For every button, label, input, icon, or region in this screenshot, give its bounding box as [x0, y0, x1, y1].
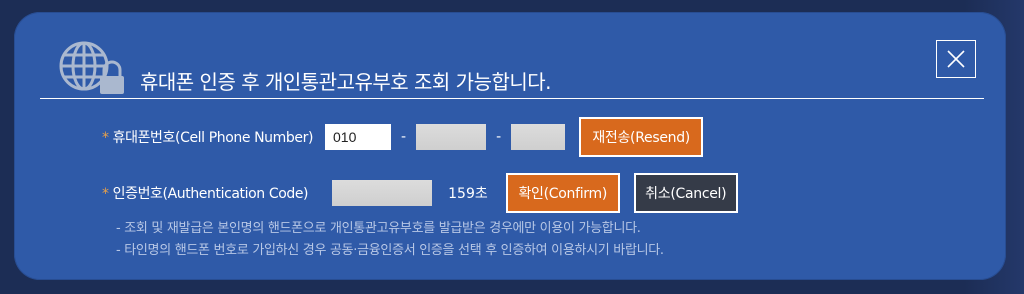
phone-middle-input[interactable] [416, 124, 487, 150]
globe-lock-icon [59, 41, 124, 94]
verification-modal: 휴대폰 인증 후 개인통관고유부호 조회 가능합니다. * 휴대폰번호(Cell … [14, 12, 1006, 280]
header-divider [40, 98, 984, 99]
countdown-timer: 159초 [448, 186, 488, 202]
phone-row: * 휴대폰번호(Cell Phone Number) 010 - - 재전송(Re… [102, 117, 704, 157]
phone-separator: - [496, 129, 502, 145]
auth-row: * 인증번호(Authentication Code) 159초 확인(Confi… [102, 173, 738, 213]
notice-list: - 조회 및 재발급은 본인명의 핸드폰으로 개인통관고유부호를 발급받은 경우… [116, 218, 664, 262]
cancel-button[interactable]: 취소(Cancel) [633, 173, 738, 213]
phone-label-text: 휴대폰번호(Cell Phone Number) [112, 130, 314, 146]
required-star: * [102, 186, 109, 202]
confirm-button[interactable]: 확인(Confirm) [505, 173, 620, 213]
auth-label: * 인증번호(Authentication Code) [102, 183, 309, 203]
close-icon [947, 50, 965, 68]
close-button[interactable] [936, 40, 976, 78]
phone-prefix-input[interactable]: 010 [325, 124, 392, 150]
masked-value [511, 124, 566, 150]
masked-value [332, 180, 433, 206]
phone-separator: - [401, 129, 407, 145]
phone-last-input[interactable] [511, 124, 566, 150]
required-star: * [102, 130, 109, 146]
auth-label-text: 인증번호(Authentication Code) [112, 186, 309, 202]
phone-label: * 휴대폰번호(Cell Phone Number) [102, 127, 313, 147]
modal-title: 휴대폰 인증 후 개인통관고유부호 조회 가능합니다. [140, 70, 552, 94]
notice-item: - 타인명의 핸드폰 번호로 가입하신 경우 공동·금융인증서 인증을 선택 후… [116, 243, 664, 258]
masked-value [416, 124, 487, 150]
notice-item: - 조회 및 재발급은 본인명의 핸드폰으로 개인통관고유부호를 발급받은 경우… [116, 221, 641, 236]
auth-code-input[interactable] [332, 180, 433, 206]
resend-button[interactable]: 재전송(Resend) [579, 117, 704, 157]
